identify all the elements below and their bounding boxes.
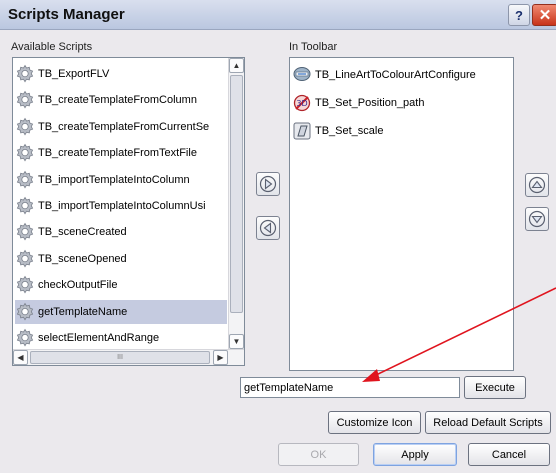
cancel-button[interactable]: Cancel [468, 443, 550, 466]
available-script-item-label: getTemplateName [38, 305, 128, 318]
toolbar-script-item-label: TB_LineArtToColourArtConfigure [315, 69, 476, 81]
gear-icon [15, 196, 35, 216]
hscroll-thumb[interactable]: III [30, 351, 210, 364]
available-script-item[interactable]: TB_sceneOpened [15, 247, 227, 271]
gear-icon [15, 117, 35, 137]
toolbar-script-item[interactable]: TB_LineArtToColourArtConfigure [292, 63, 511, 87]
available-scripts-list[interactable]: TB_ExportFLV TB_createTemplateFromColumn T… [12, 57, 245, 366]
available-script-item[interactable]: TB_createTemplateFromTextFile [15, 141, 227, 165]
available-vertical-scrollbar[interactable]: ▲ ▼ [228, 58, 244, 349]
apply-button[interactable]: Apply [373, 443, 457, 466]
toolbar-script-item-label: TB_Set_scale [315, 125, 384, 137]
gear-icon [15, 222, 35, 242]
available-scripts-label: Available Scripts [11, 41, 93, 53]
move-down-button[interactable] [525, 207, 549, 231]
script-name-field[interactable] [240, 377, 460, 398]
svg-text:3D: 3D [296, 99, 307, 108]
left-arrow-icon [259, 219, 277, 237]
ok-button[interactable]: OK [278, 443, 359, 466]
gear-icon [15, 170, 35, 190]
gear-icon [15, 249, 35, 269]
lineart-config-icon [292, 65, 312, 85]
move-up-button[interactable] [525, 173, 549, 197]
available-script-item-label: TB_sceneCreated [38, 226, 127, 239]
available-script-item-label: checkOutputFile [38, 279, 118, 292]
available-script-item-label: TB_createTemplateFromTextFile [38, 147, 197, 160]
scroll-thumb[interactable] [230, 75, 243, 313]
help-button[interactable]: ? [508, 4, 530, 26]
execute-button[interactable]: Execute [464, 376, 526, 399]
toolbar-script-item[interactable]: TB_Set_scale [292, 119, 511, 143]
customize-icon-button[interactable]: Customize Icon [328, 411, 421, 434]
scroll-right-button[interactable]: ▶ [213, 350, 228, 365]
scroll-up-button[interactable]: ▲ [229, 58, 244, 73]
close-button[interactable]: ✕ [532, 4, 556, 26]
available-script-item-label: TB_importTemplateIntoColumn [38, 173, 190, 186]
available-script-item[interactable]: TB_sceneCreated [15, 220, 227, 244]
gear-icon [15, 302, 35, 322]
window-title: Scripts Manager [8, 6, 125, 23]
help-icon: ? [515, 7, 523, 23]
scale-icon [292, 121, 312, 141]
available-script-item[interactable]: TB_createTemplateFromColumn [15, 88, 227, 112]
toolbar-script-item[interactable]: 3D TB_Set_Position_path [292, 91, 511, 115]
right-arrow-icon [259, 175, 277, 193]
position-path-icon: 3D [292, 93, 312, 113]
gear-icon [15, 143, 35, 163]
available-script-item-label: TB_sceneOpened [38, 252, 127, 265]
available-script-item-label: TB_createTemplateFromCurrentSe [38, 120, 210, 133]
available-script-item-label: TB_importTemplateIntoColumnUsi [38, 200, 206, 212]
available-script-item[interactable]: TB_createTemplateFromCurrentSe [15, 115, 227, 139]
in-toolbar-label: In Toolbar [289, 41, 338, 53]
available-script-item[interactable]: TB_ExportFLV [15, 62, 227, 86]
up-arrow-icon [528, 176, 546, 194]
down-arrow-icon [528, 210, 546, 228]
title-bar: Scripts Manager ? ✕ [0, 0, 556, 30]
gear-icon [15, 90, 35, 110]
available-script-item[interactable]: checkOutputFile [15, 273, 227, 297]
available-script-item[interactable]: TB_importTemplateIntoColumnUsi [15, 194, 227, 218]
available-script-item-label: TB_ExportFLV [38, 68, 110, 80]
add-to-toolbar-button[interactable] [256, 172, 280, 196]
available-horizontal-scrollbar[interactable]: ◀ III ▶ [13, 349, 244, 365]
available-script-item[interactable]: getTemplateName [15, 299, 227, 324]
available-script-item[interactable]: selectElementAndRange [15, 326, 227, 350]
close-icon: ✕ [538, 7, 552, 24]
toolbar-script-item-label: TB_Set_Position_path [315, 97, 425, 109]
remove-from-toolbar-button[interactable] [256, 216, 280, 240]
reload-default-scripts-button[interactable]: Reload Default Scripts [425, 411, 551, 434]
gear-icon [15, 328, 35, 348]
gear-icon [15, 64, 35, 84]
available-script-item-label: selectElementAndRange [38, 332, 160, 344]
available-script-item-label: TB_createTemplateFromColumn [38, 94, 197, 107]
available-script-item[interactable]: TB_importTemplateIntoColumn [15, 168, 227, 192]
gear-icon [15, 275, 35, 295]
in-toolbar-list[interactable]: TB_LineArtToColourArtConfigure 3D TB_Set_P… [289, 57, 514, 371]
scroll-left-button[interactable]: ◀ [13, 350, 28, 365]
scroll-down-button[interactable]: ▼ [229, 334, 244, 349]
